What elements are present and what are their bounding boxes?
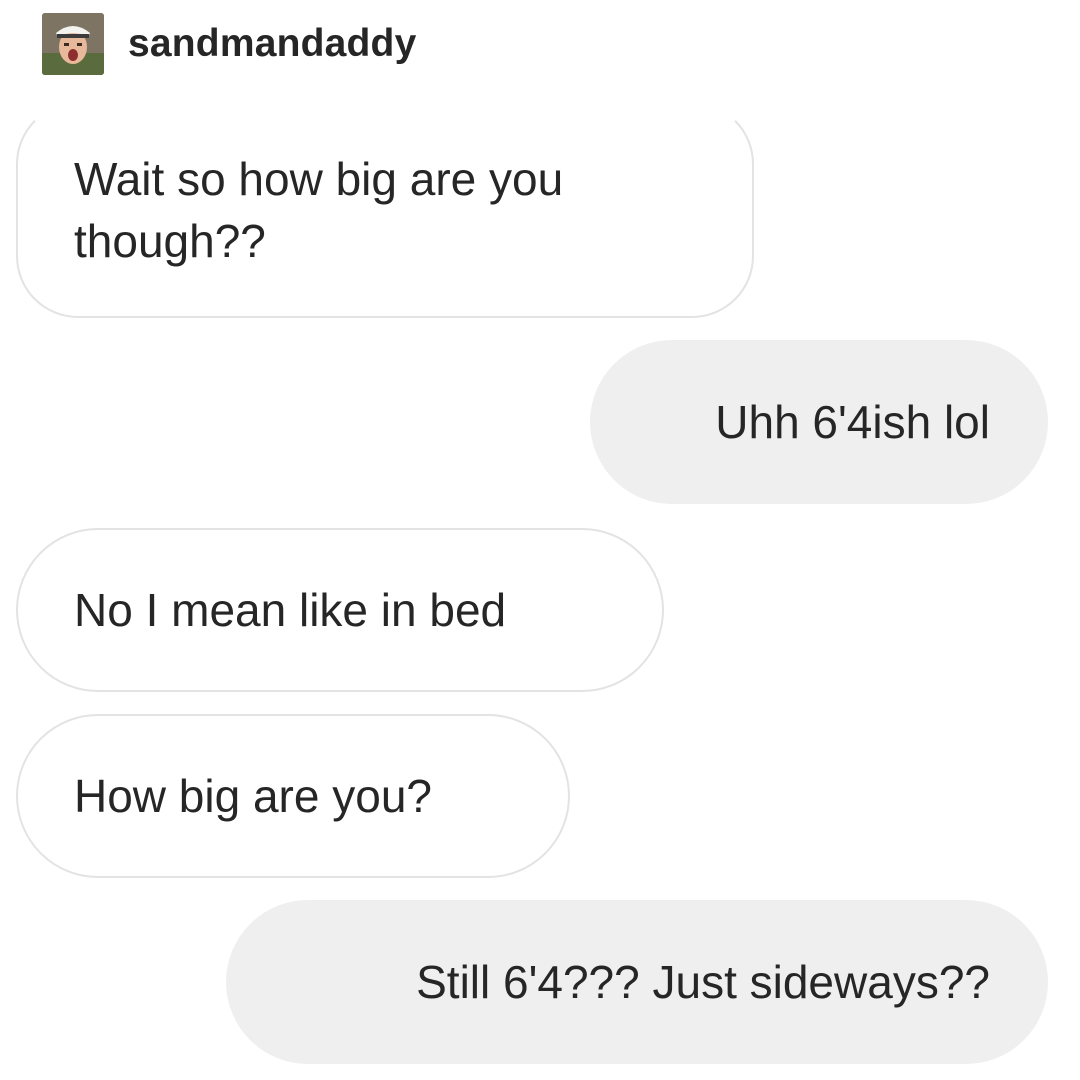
- message-text: Still 6'4??? Just sideways??: [416, 956, 990, 1008]
- conversation-header: sandmandaddy: [42, 12, 416, 76]
- message-text: Wait so how big are you though??: [74, 153, 564, 267]
- message-bubble-sent: Still 6'4??? Just sideways??: [226, 900, 1048, 1064]
- avatar[interactable]: [42, 13, 104, 75]
- message-text: How big are you?: [74, 770, 432, 822]
- message-text: Uhh 6'4ish lol: [715, 396, 990, 448]
- message-bubble-received: How big are you?: [16, 714, 570, 878]
- message-bubble-received: No I mean like in bed: [16, 528, 664, 692]
- message-text: No I mean like in bed: [74, 584, 507, 636]
- message-bubble-received: Wait so how big are you though??: [16, 102, 754, 318]
- user-avatar-icon: [42, 13, 104, 75]
- username[interactable]: sandmandaddy: [128, 22, 416, 66]
- message-bubble-sent: Uhh 6'4ish lol: [590, 340, 1048, 504]
